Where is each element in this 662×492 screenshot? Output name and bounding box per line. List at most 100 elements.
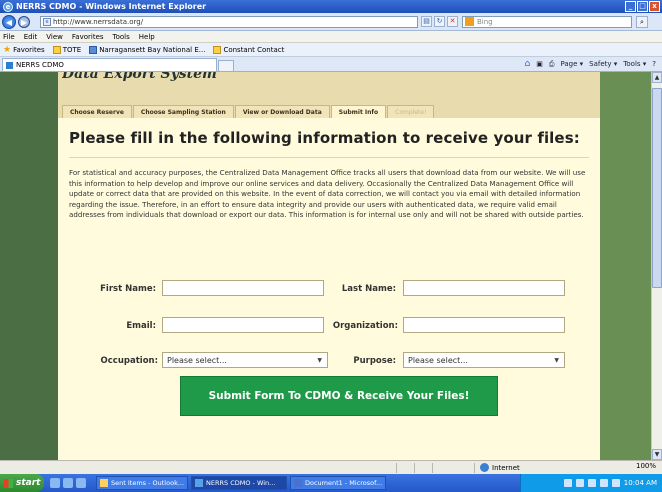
- address-bar[interactable]: e http://www.nerrsdata.org/: [40, 15, 418, 28]
- taskbar-item-ie[interactable]: NERRS CDMO - Win...: [191, 476, 287, 490]
- menu-edit[interactable]: Edit: [24, 33, 38, 41]
- purpose-label: Purpose:: [353, 356, 396, 366]
- refresh-icon[interactable]: ↻: [434, 16, 445, 27]
- bing-icon: [465, 17, 474, 26]
- tab-site-icon: [6, 61, 13, 69]
- divider: [69, 157, 589, 158]
- folder-icon: [213, 45, 222, 54]
- help-icon[interactable]: ?: [652, 60, 656, 68]
- organization-input[interactable]: [403, 317, 565, 333]
- favorites-bar: ★ Favorites TOTE Narragansett Bay Nation…: [0, 43, 662, 57]
- taskbar-item-outlook[interactable]: Sent Items - Outlook...: [96, 476, 188, 490]
- scrollbar-thumb[interactable]: [652, 88, 662, 288]
- tray-icon[interactable]: [599, 479, 608, 487]
- system-header: Data Export System: [62, 72, 542, 82]
- system-header-text: Data Export System: [62, 72, 217, 82]
- status-divider: [432, 463, 433, 473]
- first-name-input[interactable]: [162, 280, 324, 296]
- favorite-item-tote[interactable]: TOTE: [52, 45, 82, 54]
- page-content: Data Export System Choose Reserve Choose…: [0, 72, 651, 460]
- step-tabs: Choose Reserve Choose Sampling Station V…: [62, 105, 435, 118]
- system-tray: 10:04 AM: [520, 474, 662, 492]
- menu-favorites[interactable]: Favorites: [72, 33, 104, 41]
- tray-icon[interactable]: [587, 479, 596, 487]
- address-url[interactable]: http://www.nerrsdata.org/: [53, 18, 143, 26]
- favorite-item-narragansett[interactable]: Narragansett Bay National E...: [89, 45, 206, 54]
- tools-menu[interactable]: Tools ▾: [623, 60, 646, 68]
- site-icon: [89, 45, 98, 54]
- forward-button[interactable]: ▶: [18, 15, 30, 28]
- favorite-label: Constant Contact: [223, 45, 285, 54]
- home-icon[interactable]: ⌂: [525, 59, 531, 69]
- windows-flag-icon: [4, 478, 13, 488]
- purpose-select[interactable]: Please select... ▼: [403, 352, 565, 368]
- safety-menu[interactable]: Safety ▾: [589, 60, 617, 68]
- step-submit-info[interactable]: Submit Info: [330, 105, 387, 118]
- status-divider: [396, 463, 397, 473]
- zoom-level[interactable]: 100%: [636, 462, 656, 470]
- privacy-paragraph: For statistical and accuracy purposes, t…: [69, 168, 586, 219]
- menu-file[interactable]: File: [3, 33, 15, 41]
- zone-label: Internet: [492, 463, 520, 472]
- word-icon: [294, 479, 302, 487]
- scroll-down-icon[interactable]: ▼: [652, 449, 662, 460]
- menu-bar: File Edit View Favorites Tools Help: [0, 31, 662, 43]
- compat-view-icon[interactable]: ▤: [421, 16, 432, 27]
- page-menu[interactable]: Page ▾: [560, 60, 583, 68]
- close-button[interactable]: x: [649, 1, 660, 12]
- search-icon[interactable]: ⌕: [636, 15, 648, 28]
- new-tab-button[interactable]: [218, 60, 234, 71]
- step-complete: Complete!: [387, 105, 435, 118]
- address-toolbar: ◀ ▶ e http://www.nerrsdata.org/ ▤ ↻ ✕ Bi…: [0, 13, 662, 31]
- start-button[interactable]: start: [0, 474, 44, 492]
- submit-form-button[interactable]: Submit Form To CDMO & Receive Your Files…: [180, 376, 498, 416]
- address-controls: ▤ ↻ ✕: [421, 16, 458, 27]
- stop-icon[interactable]: ✕: [447, 16, 458, 27]
- page-title: Please fill in the following information…: [69, 129, 580, 147]
- minimize-button[interactable]: _: [625, 1, 636, 12]
- occupation-select[interactable]: Please select... ▼: [162, 352, 328, 368]
- occupation-label: Occupation:: [100, 356, 158, 366]
- browser-tab-row: NERRS CDMO ⌂ ▣ ⎙ Page ▾ Safety ▾ Tools ▾…: [0, 57, 662, 72]
- email-input[interactable]: [162, 317, 324, 333]
- menu-help[interactable]: Help: [139, 33, 155, 41]
- volume-icon[interactable]: [611, 479, 620, 487]
- quicklaunch-icon[interactable]: [50, 478, 60, 488]
- taskbar: start Sent Items - Outlook... NERRS CDMO…: [0, 474, 662, 492]
- tray-icon[interactable]: [563, 479, 572, 487]
- menu-tools[interactable]: Tools: [113, 33, 130, 41]
- quicklaunch-icon[interactable]: [76, 478, 86, 488]
- status-bar: Internet 100%: [0, 460, 662, 474]
- purpose-value: Please select...: [408, 355, 468, 365]
- print-icon[interactable]: ⎙: [549, 60, 555, 69]
- last-name-input[interactable]: [403, 280, 565, 296]
- maximize-button[interactable]: □: [637, 1, 648, 12]
- last-name-label: Last Name:: [341, 284, 396, 294]
- step-choose-reserve[interactable]: Choose Reserve: [62, 105, 132, 118]
- taskbar-item-label: NERRS CDMO - Win...: [206, 479, 276, 487]
- menu-view[interactable]: View: [46, 33, 63, 41]
- favorite-item-constant-contact[interactable]: Constant Contact: [213, 45, 285, 54]
- scroll-up-icon[interactable]: ▲: [652, 72, 662, 83]
- first-name-label: First Name:: [100, 284, 156, 294]
- chevron-down-icon: ▼: [554, 357, 559, 364]
- step-view-download[interactable]: View or Download Data: [234, 105, 330, 118]
- ie-icon: [195, 479, 203, 487]
- browser-tab[interactable]: NERRS CDMO: [2, 58, 217, 71]
- search-placeholder: Bing: [477, 17, 493, 26]
- favorites-button[interactable]: ★ Favorites: [3, 45, 45, 55]
- star-icon: ★: [3, 44, 12, 55]
- tray-icon[interactable]: [575, 479, 584, 487]
- window-title: NERRS CDMO - Windows Internet Explorer: [16, 2, 207, 11]
- quicklaunch-icon[interactable]: [63, 478, 73, 488]
- taskbar-item-word[interactable]: Document1 - Microsof...: [290, 476, 386, 490]
- search-input[interactable]: Bing: [462, 15, 632, 28]
- feeds-icon[interactable]: ▣: [536, 60, 543, 68]
- outlook-icon: [100, 479, 108, 487]
- favorite-label: Narragansett Bay National E...: [99, 45, 206, 54]
- step-choose-station[interactable]: Choose Sampling Station: [132, 105, 234, 118]
- favorite-label: TOTE: [62, 45, 82, 54]
- quick-launch: [50, 478, 86, 488]
- vertical-scrollbar[interactable]: ▲ ▼: [651, 72, 662, 460]
- back-button[interactable]: ◀: [2, 14, 16, 29]
